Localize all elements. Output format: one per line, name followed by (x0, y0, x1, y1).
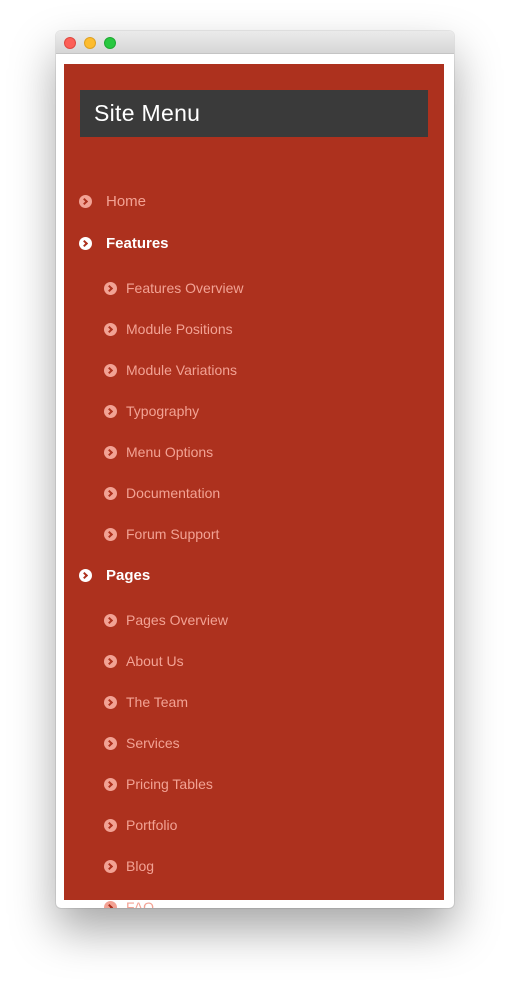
chevron-circle-right-icon (104, 486, 117, 500)
site-menu-panel: Site Menu Home Features Features Overvie… (64, 64, 444, 908)
window-titlebar (56, 31, 454, 54)
submenu-item-pages-overview[interactable]: Pages Overview (104, 612, 228, 628)
submenu-item-label: Module Variations (126, 362, 238, 378)
submenu-item-module-positions[interactable]: Module Positions (104, 321, 233, 337)
chevron-circle-right-icon (79, 569, 92, 582)
submenu-item-label: Blog (126, 858, 155, 874)
submenu-item-the-team[interactable]: The Team (104, 694, 188, 710)
submenu-item-pricing-tables[interactable]: Pricing Tables (104, 776, 213, 792)
submenu-item-portfolio[interactable]: Portfolio (104, 817, 177, 833)
chevron-circle-right-icon (104, 818, 117, 832)
submenu-item-label: About Us (126, 653, 184, 669)
chevron-circle-right-icon (104, 900, 117, 908)
chevron-circle-right-icon (79, 195, 92, 208)
submenu-item-typography[interactable]: Typography (104, 403, 199, 419)
submenu-item-label: The Team (126, 694, 188, 710)
menu-item-pages[interactable]: Pages (79, 567, 150, 584)
menu-item-label: Home (106, 193, 147, 210)
chevron-circle-right-icon (104, 695, 117, 709)
submenu-item-label: Typography (126, 403, 200, 419)
chevron-circle-right-icon (104, 527, 117, 541)
minimize-window-button[interactable] (84, 37, 96, 49)
submenu-item-label: Documentation (126, 485, 221, 501)
submenu-item-documentation[interactable]: Documentation (104, 485, 220, 501)
chevron-circle-right-icon (104, 363, 117, 377)
browser-window: Site Menu Home Features Features Overvie… (56, 31, 454, 908)
submenu-item-module-variations[interactable]: Module Variations (104, 362, 237, 378)
submenu-item-label: Features Overview (126, 280, 244, 296)
chevron-circle-right-icon (104, 777, 117, 791)
menu-item-label: Features (106, 235, 169, 252)
submenu-item-blog[interactable]: Blog (104, 858, 154, 874)
chevron-circle-right-icon (104, 281, 117, 295)
submenu-item-menu-options[interactable]: Menu Options (104, 444, 213, 460)
menu-item-label: Pages (106, 567, 151, 584)
chevron-circle-right-icon (104, 859, 117, 873)
submenu-item-label: Services (126, 735, 180, 751)
submenu-item-label: Pages Overview (126, 612, 228, 628)
submenu-item-label: Menu Options (126, 444, 214, 460)
submenu-item-label: Forum Support (126, 526, 220, 542)
submenu-item-label: Pricing Tables (126, 776, 213, 792)
submenu-item-label: Portfolio (126, 817, 178, 833)
submenu-item-features-overview[interactable]: Features Overview (104, 280, 243, 296)
chevron-circle-right-icon (104, 736, 117, 750)
chevron-circle-right-icon (104, 654, 117, 668)
maximize-window-button[interactable] (104, 37, 116, 49)
submenu-item-label: FAQ (126, 899, 155, 908)
submenu-item-about-us[interactable]: About Us (104, 653, 184, 669)
chevron-circle-right-icon (104, 445, 117, 459)
chevron-circle-right-icon (79, 237, 92, 250)
submenu-item-label: Module Positions (126, 321, 233, 337)
submenu-item-faq[interactable]: FAQ (104, 899, 154, 908)
chevron-circle-right-icon (104, 613, 117, 627)
menu-item-home[interactable]: Home (79, 193, 146, 210)
close-window-button[interactable] (64, 37, 76, 49)
submenu-item-services[interactable]: Services (104, 735, 180, 751)
chevron-circle-right-icon (104, 322, 117, 336)
site-menu-title: Site Menu (80, 90, 428, 137)
submenu-item-forum-support[interactable]: Forum Support (104, 526, 219, 542)
menu-item-features[interactable]: Features (79, 235, 169, 252)
chevron-circle-right-icon (104, 404, 117, 418)
